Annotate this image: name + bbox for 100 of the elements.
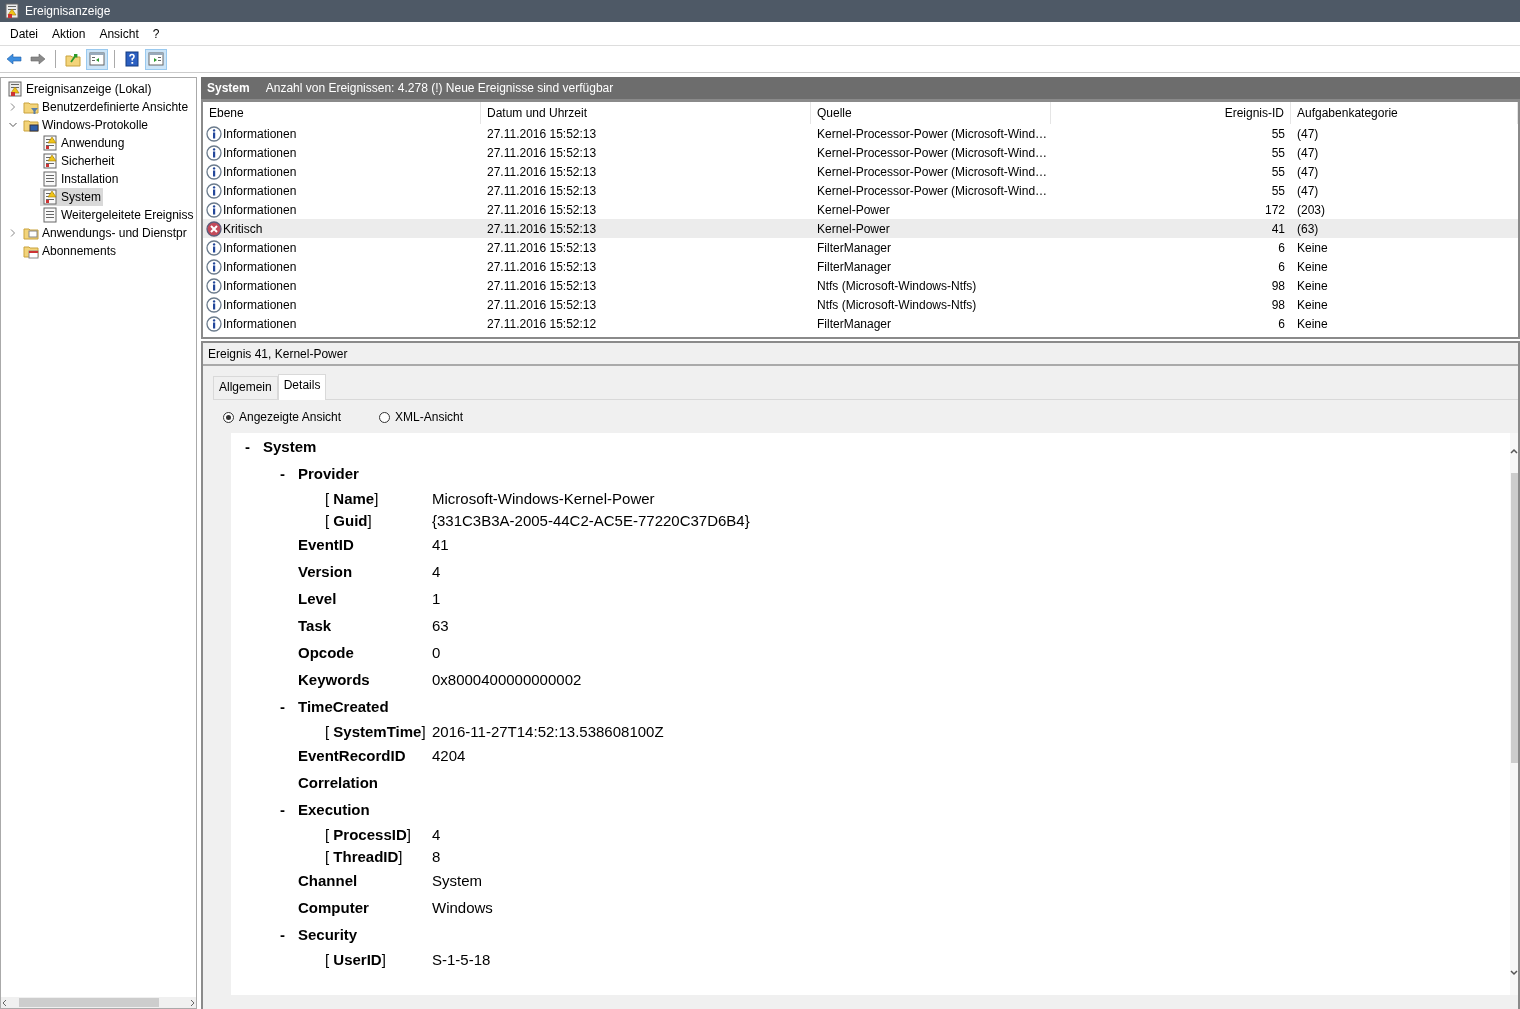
table-cell-text: 55 bbox=[1270, 125, 1286, 143]
event-row[interactable]: Informationen 27.11.2016 15:52:13 Kernel-Processor-Power (Microsoft-Wind… 55 (47) bbox=[203, 162, 1518, 181]
console-tree-button[interactable] bbox=[86, 48, 108, 70]
event-row[interactable]: Informationen 27.11.2016 15:52:13 FilterManager 6 Keine bbox=[203, 257, 1518, 276]
event-row[interactable]: Informationen 27.11.2016 15:52:13 Ntfs (Microsoft-Windows-Ntfs) 98 Keine bbox=[203, 295, 1518, 314]
table-cell-text: 27.11.2016 15:52:13 bbox=[486, 182, 598, 200]
pane-icon bbox=[148, 51, 164, 67]
event-row[interactable]: Kritisch 27.11.2016 15:52:13 Kernel-Power 41 (63) bbox=[203, 219, 1518, 238]
log-icon bbox=[42, 207, 58, 223]
info-icon bbox=[206, 277, 222, 294]
help-icon bbox=[124, 51, 140, 67]
radio-button[interactable]: XML-Ansicht bbox=[379, 410, 464, 424]
column-header[interactable]: Datum und Uhrzeit bbox=[481, 102, 811, 124]
error-icon bbox=[206, 220, 222, 237]
field-value: Microsoft-Windows-Kernel-Power bbox=[432, 489, 655, 507]
attribute-label: [ ProcessID] bbox=[325, 825, 412, 843]
field-value: Windows bbox=[432, 899, 493, 916]
tree-item[interactable]: Sicherheit bbox=[40, 152, 117, 170]
tree-item[interactable]: Windows-Protokolle bbox=[21, 116, 151, 134]
info-icon bbox=[206, 239, 222, 256]
field-value: 1 bbox=[432, 590, 441, 607]
table-cell: Informationen bbox=[223, 240, 297, 255]
event-row[interactable]: Informationen 27.11.2016 15:52:13 Ntfs (Microsoft-Windows-Ntfs) 98 Keine bbox=[203, 276, 1518, 295]
table-cell-text: Keine bbox=[1296, 277, 1329, 295]
event-row[interactable]: Informationen 27.11.2016 15:52:12 FilterManager 6 Keine bbox=[203, 314, 1518, 333]
field-label: Computer bbox=[298, 899, 370, 916]
column-header[interactable]: Aufgabenkategorie bbox=[1291, 102, 1518, 124]
attribute-label: [ Guid] bbox=[325, 511, 373, 529]
table-cell-text: 27.11.2016 15:52:13 bbox=[486, 239, 598, 257]
table-cell: Informationen bbox=[223, 183, 297, 198]
collapse-toggle[interactable]: - bbox=[245, 438, 250, 455]
table-cell-text: 27.11.2016 15:52:12 bbox=[486, 315, 598, 333]
collapse-toggle[interactable]: - bbox=[280, 698, 285, 715]
collapse-toggle[interactable]: - bbox=[280, 465, 285, 482]
collapse-toggle[interactable]: - bbox=[280, 801, 285, 818]
table-cell-text: 27.11.2016 15:52:13 bbox=[486, 144, 598, 162]
event-row[interactable]: Informationen 27.11.2016 15:52:13 FilterManager 6 Keine bbox=[203, 238, 1518, 257]
menu-item[interactable]: Aktion bbox=[45, 26, 93, 41]
table-cell-text: 55 bbox=[1270, 163, 1286, 181]
table-cell-text: 41 bbox=[1270, 220, 1286, 238]
tab[interactable]: Allgemein bbox=[213, 376, 278, 399]
event-row[interactable]: Informationen 27.11.2016 15:52:13 Kernel-Processor-Power (Microsoft-Wind… 55 (47) bbox=[203, 143, 1518, 162]
collapse-toggle[interactable]: - bbox=[280, 926, 285, 943]
scroll-left-icon[interactable] bbox=[1, 998, 9, 1007]
info-icon bbox=[206, 125, 222, 142]
field-value: 41 bbox=[432, 536, 449, 553]
scroll-right-icon[interactable] bbox=[188, 998, 196, 1007]
table-cell-text: (47) bbox=[1296, 125, 1320, 143]
table-cell-text: Keine bbox=[1296, 239, 1329, 257]
folder-arrow-icon bbox=[65, 51, 81, 67]
table-cell: Informationen bbox=[223, 259, 297, 274]
table-cell-text: Keine bbox=[1296, 258, 1329, 276]
column-header[interactable]: Ebene bbox=[203, 102, 481, 124]
table-cell-text: Keine bbox=[1296, 315, 1329, 333]
horizontal-scrollbar[interactable] bbox=[1, 997, 196, 1008]
scroll-up-icon[interactable] bbox=[1510, 447, 1518, 455]
tree-item[interactable]: Anwendung bbox=[40, 134, 127, 152]
field-value: 4 bbox=[432, 563, 441, 580]
table-cell-text: 6 bbox=[1277, 258, 1286, 276]
tab[interactable]: Details bbox=[277, 374, 327, 400]
tree-item[interactable]: Installation bbox=[40, 170, 121, 188]
field-value: 8 bbox=[432, 847, 441, 865]
tree-item[interactable]: Ereignisanzeige (Lokal) bbox=[5, 80, 154, 98]
field-value: 0x8000400000000002 bbox=[432, 671, 582, 688]
event-row[interactable]: Informationen 27.11.2016 15:52:13 Kernel-Power 172 (203) bbox=[203, 200, 1518, 219]
tree-item[interactable]: Abonnements bbox=[21, 242, 119, 260]
table-cell-text: 172 bbox=[1263, 201, 1286, 219]
table-cell-text: 27.11.2016 15:52:13 bbox=[486, 296, 598, 314]
menu-item[interactable]: Ansicht bbox=[92, 26, 146, 41]
vertical-scrollbar[interactable] bbox=[1510, 433, 1518, 995]
attribute-label: [ UserID] bbox=[325, 950, 387, 968]
field-label: Keywords bbox=[298, 671, 371, 688]
column-header[interactable]: Quelle bbox=[811, 102, 1051, 124]
tree-item[interactable]: System bbox=[40, 188, 103, 206]
tree-item[interactable]: Weitergeleitete Ereigniss bbox=[40, 206, 196, 224]
menu-item[interactable]: ? bbox=[145, 26, 167, 41]
table-cell-text: 27.11.2016 15:52:13 bbox=[486, 258, 598, 276]
tree-item[interactable]: Anwendungs- und Dienstpr bbox=[21, 224, 189, 242]
field-value: 4204 bbox=[432, 747, 466, 764]
section-label: Security bbox=[298, 926, 359, 943]
scroll-down-icon[interactable] bbox=[1510, 969, 1518, 977]
field-value: 2016-11-27T14:52:13.538608100Z bbox=[432, 722, 664, 740]
radio-button[interactable]: Angezeigte Ansicht bbox=[223, 410, 342, 424]
attribute-label: [ SystemTime] bbox=[325, 722, 427, 740]
menu-item[interactable]: Datei bbox=[3, 26, 45, 41]
column-header[interactable]: Ereignis-ID bbox=[1051, 102, 1291, 124]
field-value: 4 bbox=[432, 825, 441, 843]
info-icon bbox=[206, 296, 222, 313]
tree-item[interactable]: Benutzerdefinierte Ansichte bbox=[21, 98, 191, 116]
log-book-icon bbox=[7, 81, 23, 97]
log-warning-icon bbox=[42, 189, 58, 205]
section-label: System bbox=[263, 438, 318, 455]
chevron-down-icon[interactable] bbox=[9, 121, 17, 129]
event-row[interactable]: Informationen 27.11.2016 15:52:13 Kernel-Processor-Power (Microsoft-Wind… 55 (47) bbox=[203, 181, 1518, 200]
log-warning-icon bbox=[42, 135, 58, 151]
field-label: Opcode bbox=[298, 644, 355, 661]
table-cell-text: 27.11.2016 15:52:13 bbox=[486, 125, 598, 143]
attribute-label: [ ThreadID] bbox=[325, 847, 404, 865]
field-label: Level bbox=[298, 590, 338, 607]
event-row[interactable]: Informationen 27.11.2016 15:52:13 Kernel-Processor-Power (Microsoft-Wind… 55 (47) bbox=[203, 124, 1518, 143]
